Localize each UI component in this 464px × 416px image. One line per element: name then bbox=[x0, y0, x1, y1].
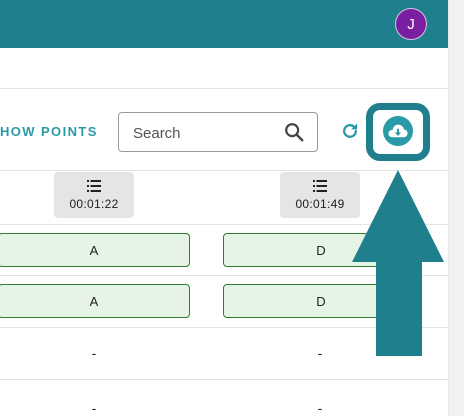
column-time: 00:01:22 bbox=[69, 197, 119, 211]
vertical-scrollbar[interactable] bbox=[448, 0, 464, 416]
user-avatar[interactable]: J bbox=[395, 8, 427, 40]
search-icon[interactable] bbox=[283, 121, 305, 143]
refresh-icon[interactable] bbox=[340, 121, 360, 141]
empty-cell: - bbox=[317, 345, 323, 361]
empty-cell: - bbox=[317, 400, 323, 416]
pointer-arrow bbox=[352, 170, 444, 356]
download-highlight bbox=[366, 103, 430, 161]
empty-cell: - bbox=[91, 400, 97, 416]
column-time: 00:01:49 bbox=[295, 197, 345, 211]
list-icon bbox=[87, 180, 101, 192]
list-icon bbox=[313, 180, 327, 192]
download-button[interactable] bbox=[383, 116, 413, 146]
empty-cell: - bbox=[91, 345, 97, 361]
column-header-chip[interactable]: 00:01:22 bbox=[54, 172, 134, 218]
divider bbox=[0, 88, 448, 89]
answer-cell[interactable]: A bbox=[0, 284, 190, 318]
search-field[interactable] bbox=[118, 112, 318, 152]
search-input[interactable] bbox=[133, 122, 273, 144]
cloud-download-icon bbox=[388, 124, 408, 138]
answer-cell[interactable]: A bbox=[0, 233, 190, 267]
top-app-bar: J bbox=[0, 0, 448, 48]
row-divider bbox=[0, 379, 448, 380]
column-header-chip[interactable]: 00:01:49 bbox=[280, 172, 360, 218]
show-points-link[interactable]: HOW POINTS bbox=[0, 124, 98, 139]
